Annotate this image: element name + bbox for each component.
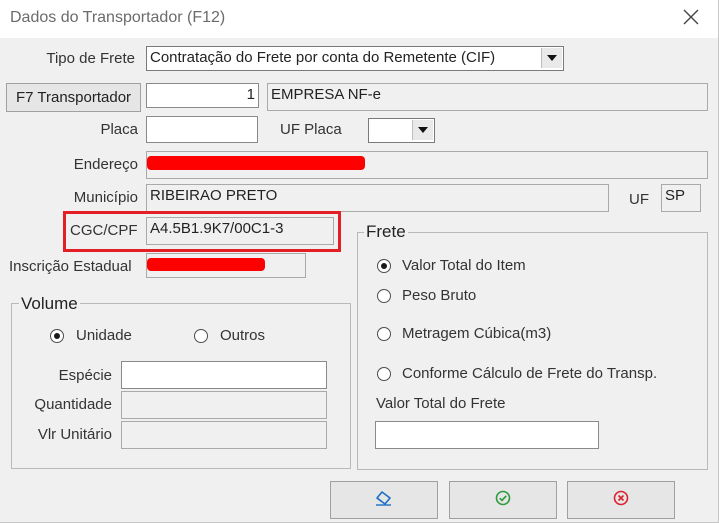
- outros-label: Outros: [220, 327, 266, 344]
- redaction-mark: [147, 258, 265, 271]
- redaction-mark: [147, 156, 365, 170]
- tipo-frete-label: Tipo de Frete: [46, 50, 135, 67]
- volume-title: Volume: [19, 294, 80, 314]
- uf-placa-label: UF Placa: [280, 121, 342, 138]
- cgc-label: CGC/CPF: [70, 222, 138, 239]
- municipio-label: Município: [73, 189, 138, 206]
- especie-input[interactable]: [121, 361, 327, 389]
- dialog-window: Dados do Transportador (F12) Tipo de Fre…: [0, 0, 719, 523]
- title-bar: Dados do Transportador (F12): [0, 0, 718, 38]
- cgc-field: A4.5B1.9K7/00C1-3: [146, 217, 334, 245]
- uf-placa-select[interactable]: [368, 118, 435, 143]
- vlr-unitario-field: [121, 421, 327, 449]
- municipio-field: RIBEIRAO PRETO: [146, 184, 609, 212]
- tipo-frete-select[interactable]: Contratação do Frete por conta do Remete…: [146, 46, 564, 71]
- peso-bruto-label: Peso Bruto: [402, 287, 477, 304]
- clear-button[interactable]: [330, 481, 438, 519]
- frete-title: Frete: [364, 222, 408, 242]
- inscricao-field: [146, 253, 306, 278]
- tipo-frete-value: Contratação do Frete por conta do Remete…: [150, 49, 496, 66]
- chevron-down-icon[interactable]: [412, 120, 433, 140]
- placa-label: Placa: [100, 121, 138, 138]
- placa-input[interactable]: [146, 116, 258, 143]
- metragem-label: Metragem Cúbica(m3): [402, 325, 552, 342]
- peso-bruto-radio[interactable]: [377, 289, 391, 303]
- vlr-unitario-label: Vlr Unitário: [37, 426, 112, 443]
- quantidade-label: Quantidade: [34, 396, 112, 413]
- eraser-icon: [375, 490, 393, 510]
- transportador-code-input[interactable]: 1: [146, 83, 259, 108]
- confirm-button[interactable]: [449, 481, 557, 519]
- transportador-button[interactable]: F7 Transportador: [6, 83, 141, 112]
- metragem-radio[interactable]: [377, 327, 391, 341]
- close-icon[interactable]: [680, 6, 702, 28]
- inscricao-label: Inscrição Estadual: [9, 258, 132, 275]
- transportador-name-field: EMPRESA NF-e: [267, 83, 708, 111]
- unidade-radio[interactable]: [50, 329, 64, 343]
- confirm-icon: [495, 490, 511, 510]
- uf-field: SP: [661, 184, 701, 212]
- valor-total-item-radio[interactable]: [377, 259, 391, 273]
- cancel-icon: [613, 490, 629, 510]
- outros-radio[interactable]: [194, 329, 208, 343]
- endereco-field: [146, 151, 708, 179]
- window-title: Dados do Transportador (F12): [10, 9, 226, 26]
- unidade-label: Unidade: [76, 327, 132, 344]
- quantidade-field: [121, 391, 327, 419]
- calculo-transp-radio[interactable]: [377, 367, 391, 381]
- especie-label: Espécie: [58, 367, 112, 384]
- calculo-transp-label: Conforme Cálculo de Frete do Transp.: [402, 365, 658, 382]
- valor-total-item-label: Valor Total do Item: [402, 257, 526, 274]
- uf-label: UF: [629, 191, 649, 208]
- endereco-label: Endereço: [73, 156, 138, 173]
- cancel-button[interactable]: [567, 481, 675, 519]
- valor-total-frete-label: Valor Total do Frete: [376, 395, 506, 412]
- valor-total-frete-input[interactable]: [375, 421, 599, 449]
- chevron-down-icon[interactable]: [541, 48, 562, 68]
